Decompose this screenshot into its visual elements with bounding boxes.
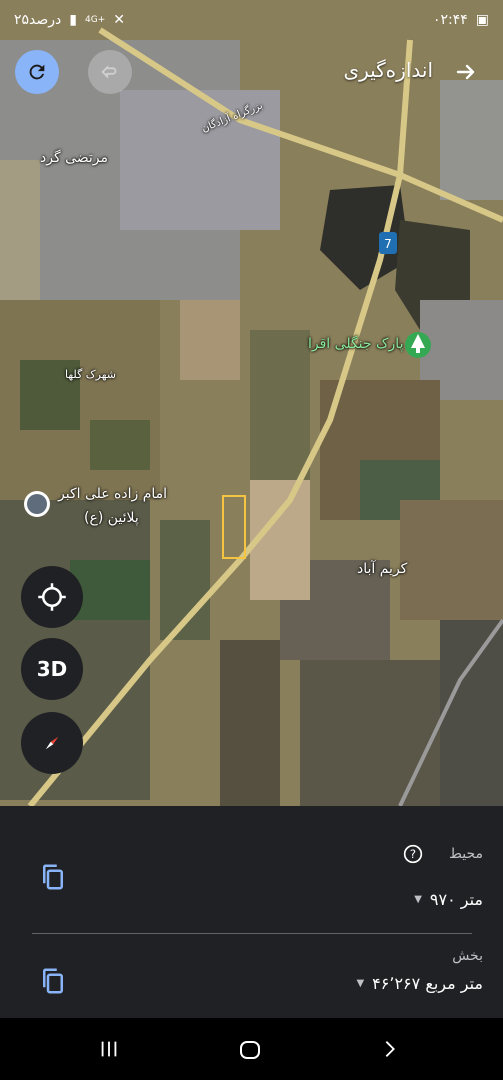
compass-button[interactable]	[21, 712, 83, 774]
network-type: 4G+	[85, 15, 106, 25]
place-label-shrine[interactable]: امام زاده علی اکبر	[58, 486, 167, 502]
chevron-down-icon: ▼	[414, 894, 422, 905]
home-button[interactable]	[238, 1038, 262, 1066]
back-arrow-icon	[456, 64, 475, 80]
copy-icon	[43, 864, 63, 890]
place-label-park[interactable]: پارک جنگلی اقرا	[308, 336, 403, 352]
help-icon[interactable]: ?	[403, 844, 423, 868]
perimeter-value: ۹۷۰ متر	[429, 890, 483, 909]
measurement-panel: محیط ? ▼ ۹۷۰ متر بخش ▼ ۴۶٬۲۶۷ متر مربع	[0, 806, 503, 1018]
mute-icon: ✕	[113, 12, 125, 28]
back-button[interactable]	[450, 56, 482, 88]
chevron-right-icon	[385, 1041, 395, 1057]
copy-perimeter-button[interactable]	[38, 862, 68, 892]
place-label-shahrak-golha[interactable]: شهرک گلها	[65, 368, 116, 381]
system-navigation-bar	[0, 1018, 503, 1080]
undo-icon	[101, 65, 117, 79]
reload-icon	[29, 64, 45, 80]
nav-back-button[interactable]	[379, 1038, 401, 1064]
place-label-karimabad[interactable]: کریم آباد	[357, 561, 407, 577]
battery-text: ۲۵درصد	[14, 12, 62, 28]
svg-text:?: ?	[410, 847, 416, 861]
place-label-morteza-gerd[interactable]: مرتضی گرد	[40, 150, 108, 166]
recents-icon	[101, 1041, 117, 1057]
compass-icon	[45, 736, 59, 750]
recents-button[interactable]	[98, 1038, 120, 1064]
3d-toggle-button[interactable]: 3D	[21, 638, 83, 700]
divider	[32, 933, 472, 934]
undo-button[interactable]	[88, 50, 132, 94]
gallery-icon: ▣	[475, 12, 489, 28]
chevron-down-icon: ▼	[356, 978, 365, 989]
signal-icon: ▮	[69, 12, 77, 28]
home-icon	[240, 1041, 260, 1059]
status-bar: ۰۲:۴۴ ▣ ۲۵درصد ▮ 4G+ ✕	[0, 0, 503, 42]
highway-sign: 7	[384, 237, 392, 251]
copy-icon	[43, 968, 63, 994]
copy-area-button[interactable]	[38, 966, 68, 996]
page-title: اندازه‌گیری	[343, 58, 433, 82]
area-value: ۴۶٬۲۶۷ متر مربع	[372, 974, 483, 993]
place-label-shrine-line2[interactable]: (ع) پلائین	[84, 510, 139, 526]
perimeter-label: محیط	[448, 846, 483, 862]
my-location-button[interactable]	[21, 566, 83, 628]
area-label: بخش	[452, 948, 483, 964]
status-time: ۰۲:۴۴	[432, 12, 468, 28]
reload-button[interactable]	[15, 50, 59, 94]
area-unit-selector[interactable]: ▼ ۴۶٬۲۶۷ متر مربع	[356, 974, 483, 993]
perimeter-unit-selector[interactable]: ▼ ۹۷۰ متر	[414, 890, 483, 909]
crosshair-icon	[38, 583, 66, 611]
